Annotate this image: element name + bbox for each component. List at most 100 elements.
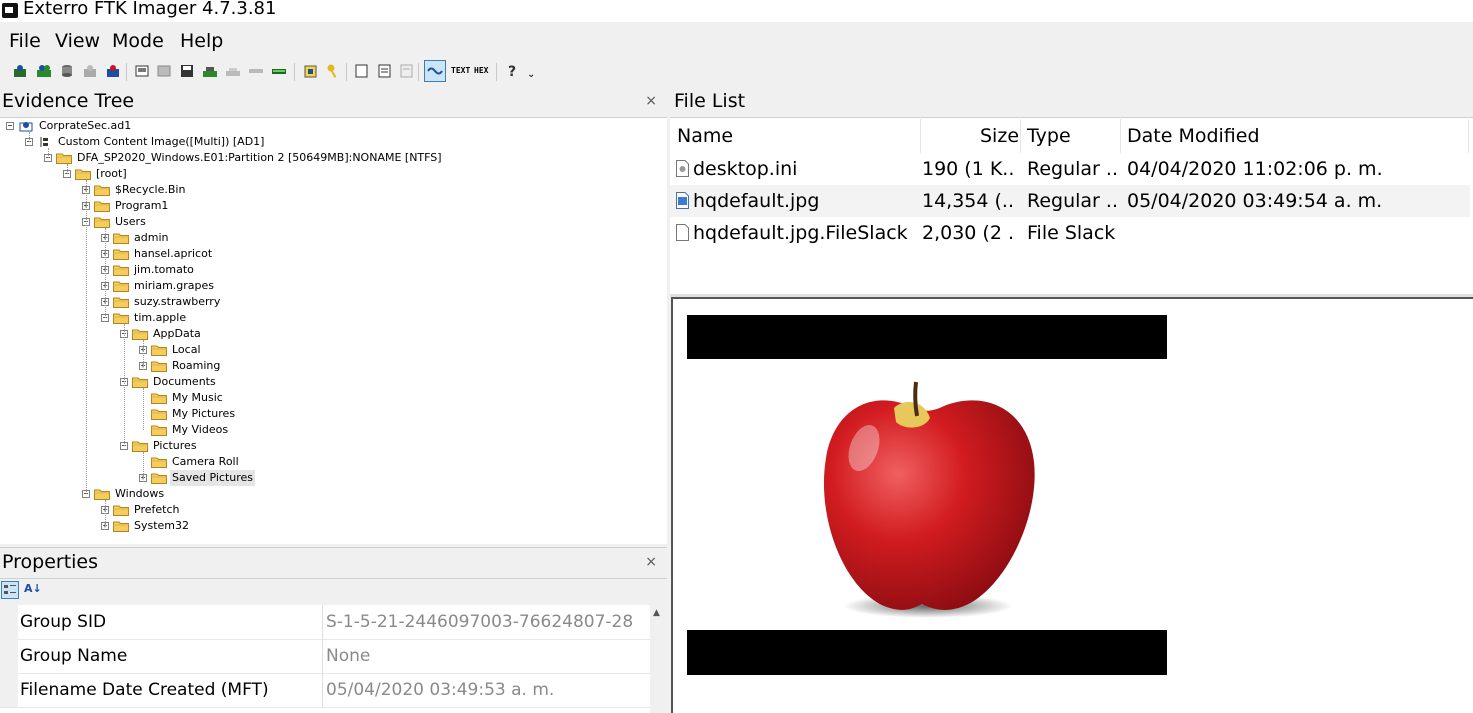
column-date-modified[interactable]: Date Modified [1127, 125, 1260, 147]
properties-scrollbar[interactable]: ▲ [650, 605, 667, 713]
toolbar: TEXT HEX ? ⌄ [0, 60, 1473, 84]
file-row[interactable]: hqdefault.jpg.FileSlack 2,030 (2 ... Fil… [670, 217, 1470, 249]
settings-file-icon [676, 160, 689, 177]
file-type: File Slack [1027, 222, 1116, 244]
menu-mode[interactable]: Mode [112, 30, 164, 52]
tree-node-label: Camera Roll [172, 455, 239, 468]
tree-node-label: Windows [115, 487, 165, 500]
menu-view[interactable]: View [55, 30, 100, 52]
tree-node-label: hansel.apricot [134, 247, 213, 260]
remove-all-evidence-icon[interactable] [105, 63, 121, 79]
tree-node-label: Local [172, 343, 201, 356]
collapse-icon[interactable]: − [6, 122, 14, 130]
menu-bar: File View Mode Help [0, 26, 1473, 58]
folder-icon [113, 297, 129, 308]
folder-icon [113, 521, 129, 532]
column-name[interactable]: Name [677, 125, 733, 147]
verify-drive-icon[interactable] [271, 63, 287, 79]
properties-title: Properties [2, 551, 99, 573]
property-value: 05/04/2020 03:49:53 a. m. [326, 680, 555, 700]
image-mounting-icon[interactable] [59, 63, 75, 79]
tree-node-label: Saved Pictures [170, 470, 256, 486]
property-key: Filename Date Created (MFT) [20, 680, 269, 700]
add-to-custom-content-icon[interactable] [202, 63, 218, 79]
file-type: Regular ... [1027, 190, 1117, 212]
folder-icon [151, 409, 167, 420]
folder-icon [94, 185, 110, 196]
tree-node-label: tim.apple [134, 311, 187, 324]
folder-icon [113, 249, 129, 260]
file-icon [676, 224, 689, 241]
file-list-title: File List [674, 90, 746, 112]
property-key: Group SID [20, 612, 107, 632]
file-size: 2,030 (2 ... [922, 222, 1016, 244]
property-key: Group Name [20, 646, 128, 666]
tree-node-label: admin [134, 231, 169, 244]
tree-node-label: System32 [134, 519, 190, 532]
add-evidence-icon[interactable] [12, 63, 28, 79]
property-row[interactable]: Group Name None [0, 639, 650, 674]
decrypt-icon[interactable] [248, 63, 264, 79]
folder-icon [56, 153, 72, 164]
file-date-modified: 05/04/2020 03:49:54 a. m. [1127, 190, 1383, 212]
remove-evidence-icon[interactable] [82, 63, 98, 79]
properties-panel: Properties × A↓ Group SID S-1-5-21-24460… [0, 547, 667, 713]
file-type: Regular ... [1027, 158, 1117, 180]
file-list-panel: File List Name Size Type Date Modified d… [670, 87, 1473, 294]
tree-node-label: Pictures [153, 439, 197, 452]
folder-icon [151, 457, 167, 468]
tree-node-label: Prefetch [134, 503, 180, 516]
menu-help[interactable]: Help [180, 30, 223, 52]
tree-node-label: suzy.strawberry [134, 295, 221, 308]
evidence-tree-header: Evidence Tree × [0, 87, 667, 118]
tree-node-label: My Videos [172, 423, 229, 436]
file-row[interactable]: desktop.ini 190 (1 K... Regular ... 04/0… [670, 153, 1470, 185]
hex-view-icon[interactable]: HEX [474, 66, 488, 75]
create-custom-content-image-icon[interactable] [225, 63, 241, 79]
redaction-bar [687, 630, 1167, 675]
export-hash-list-icon[interactable] [399, 63, 415, 79]
obtain-protected-files-icon[interactable] [325, 63, 341, 79]
detect-encryption-icon[interactable] [354, 63, 370, 79]
properties-header: Properties × [0, 547, 667, 579]
add-all-evidence-icon[interactable] [36, 63, 52, 79]
tree-node-label: Program1 [115, 199, 169, 212]
export-logical-image-icon[interactable] [179, 63, 195, 79]
toolbar-overflow-icon[interactable]: ⌄ [527, 69, 543, 85]
tree-node-label: Documents [153, 375, 216, 388]
categorized-view-icon[interactable] [1, 581, 19, 599]
property-row[interactable]: Group SID S-1-5-21-2446097003-76624807-2… [0, 605, 650, 640]
folder-icon [75, 169, 91, 180]
properties-grid: Group SID S-1-5-21-2446097003-76624807-2… [0, 605, 650, 713]
folder-icon [151, 361, 167, 372]
evidence-tree-title: Evidence Tree [2, 90, 135, 112]
file-list-header: File List [670, 87, 1473, 118]
auto-view-icon[interactable] [424, 60, 446, 82]
help-icon[interactable]: ? [504, 63, 520, 79]
capture-memory-icon[interactable] [303, 63, 319, 79]
column-size[interactable]: Size [980, 125, 1019, 147]
alphabetical-sort-icon[interactable]: A↓ [24, 582, 42, 595]
export-disk-image-icon[interactable] [156, 63, 172, 79]
export-files-icon[interactable] [377, 63, 393, 79]
evidence-tree-panel: Evidence Tree × − CorprateSec.ad1− Custom … [0, 87, 667, 544]
close-icon[interactable]: × [645, 554, 657, 570]
redaction-bar [687, 315, 1167, 359]
text-view-icon[interactable]: TEXT [451, 66, 470, 75]
create-disk-image-icon[interactable] [134, 63, 150, 79]
folder-icon [151, 425, 167, 436]
window-title: Exterro FTK Imager 4.7.3.81 [23, 0, 277, 19]
file-name: desktop.ini [693, 158, 798, 180]
folder-icon [94, 201, 110, 212]
menu-file[interactable]: File [9, 30, 41, 52]
tree-node-label: AppData [153, 327, 201, 340]
evidence-tree: − CorprateSec.ad1− Custom Content Image([M… [0, 117, 667, 544]
folder-icon [113, 265, 129, 276]
file-name: hqdefault.jpg [693, 190, 820, 212]
tree-node-label: DFA_SP2020_Windows.E01:Partition 2 [5064… [77, 151, 442, 164]
close-icon[interactable]: × [645, 93, 657, 109]
property-row[interactable]: Filename Date Created (MFT) 05/04/2020 0… [0, 673, 650, 708]
column-type[interactable]: Type [1027, 125, 1071, 147]
tree-node-label: Users [115, 215, 146, 228]
file-row[interactable]: hqdefault.jpg 14,354 (... Regular ... 05… [670, 185, 1470, 217]
